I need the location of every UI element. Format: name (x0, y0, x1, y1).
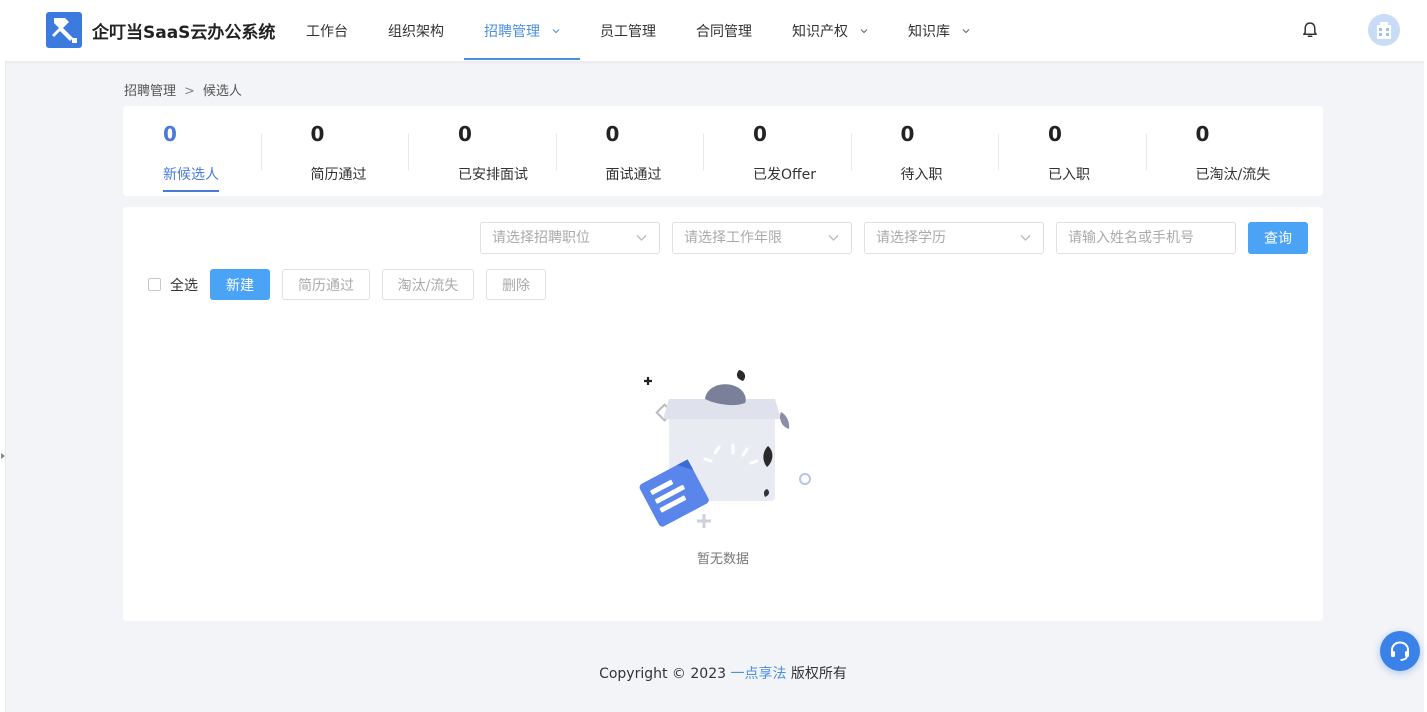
stat-value: 0 (1195, 122, 1210, 146)
chevron-down-icon (828, 235, 839, 241)
breadcrumb-separator: > (184, 84, 195, 99)
footer-company-link[interactable]: 一点享法 (730, 666, 786, 682)
empty-state-text: 暂无数据 (696, 552, 749, 567)
footer-copyright: Copyright © 2023 (599, 666, 727, 682)
main-nav: 工作台 组织架构 招聘管理 员工管理 合同管理 知识产权 知识库 (286, 0, 990, 61)
experience-select-placeholder: 请选择工作年限 (684, 230, 782, 246)
search-button[interactable]: 查询 (1248, 222, 1308, 254)
stat-label: 已淘汰/流失 (1195, 167, 1271, 183)
hammer-logo-icon[interactable] (46, 12, 82, 48)
education-select[interactable]: 请选择学历 (864, 222, 1044, 254)
stat-value: 0 (458, 122, 472, 146)
top-header: 企叮当SaaS云办公系统 工作台 组织架构 招聘管理 员工管理 合同管理 知识产权 知识库 (0, 0, 1427, 61)
customer-support-button[interactable] (1380, 631, 1420, 671)
nav-item-4[interactable]: 合同管理 (676, 0, 772, 61)
position-select-placeholder: 请选择招聘职位 (492, 230, 590, 246)
candidate-stats-bar: 0 新候选人 0 简历通过 0 已安排面试 0 面试通过 0 已发Offer 0 待入职 0 已入职 0 已淘… (123, 106, 1323, 196)
bell-icon[interactable] (1300, 20, 1320, 40)
experience-select[interactable]: 请选择工作年限 (672, 222, 852, 254)
brand-title: 企叮当SaaS云办公系统 (92, 23, 276, 43)
stat-divider (260, 134, 262, 170)
active-stat-underline (163, 190, 219, 192)
nav-item-label: 员工管理 (600, 23, 656, 40)
education-select-placeholder: 请选择学历 (876, 230, 946, 246)
nav-item-6[interactable]: 知识库 (888, 0, 990, 61)
breadcrumb-parent[interactable]: 招聘管理 (124, 84, 176, 99)
chevron-down-icon (636, 235, 647, 241)
nav-item-3[interactable]: 员工管理 (580, 0, 676, 61)
sidebar-collapse-strip[interactable] (0, 61, 6, 712)
nav-item-label: 知识库 (908, 23, 950, 40)
nav-item-label: 知识产权 (792, 23, 848, 40)
breadcrumb-current: 候选人 (202, 84, 242, 99)
footer: Copyright © 2023 一点享法 版权所有 (0, 663, 1427, 683)
delete-button[interactable]: 删除 (486, 269, 546, 300)
eliminate-button[interactable]: 淘汰/流失 (382, 269, 474, 300)
stat-divider (408, 134, 409, 170)
nav-item-label: 合同管理 (696, 23, 752, 40)
stat-value: 0 (1048, 122, 1062, 146)
stat-divider (1145, 134, 1147, 170)
stat-value: 0 (753, 122, 767, 146)
stat-label: 新候选人 (163, 167, 219, 183)
chevron-down-icon (1020, 235, 1031, 241)
empty-box-illustration (639, 370, 811, 528)
search-input[interactable] (1056, 222, 1236, 254)
stat-value: 0 (900, 122, 915, 146)
expand-arrow-icon (1, 453, 5, 459)
stat-divider (555, 134, 557, 170)
building-icon (1368, 14, 1400, 46)
candidate-list-panel: 请选择招聘职位 请选择工作年限 请选择学历 查询 全选 新建 简历通过 淘汰/流… (123, 207, 1323, 621)
nav-item-label: 工作台 (306, 23, 348, 40)
chevron-down-icon (962, 28, 970, 33)
nav-item-label: 组织架构 (388, 23, 444, 40)
stat-label: 待入职 (900, 167, 943, 183)
nav-item-2[interactable]: 招聘管理 (464, 0, 580, 61)
stat-label: 已发Offer (753, 167, 817, 183)
stat-value: 0 (163, 122, 177, 146)
stat-divider (703, 134, 704, 170)
user-avatar[interactable] (1368, 14, 1400, 46)
stat-label: 已入职 (1048, 167, 1090, 183)
select-all-label[interactable]: 全选 (170, 275, 198, 295)
headset-icon (1391, 641, 1409, 661)
chevron-down-icon (552, 28, 560, 33)
stat-value: 0 (310, 122, 325, 146)
new-candidate-button[interactable]: 新建 (210, 269, 270, 300)
select-all-checkbox[interactable] (148, 278, 161, 291)
resume-pass-button[interactable]: 简历通过 (282, 269, 370, 300)
stat-value: 0 (605, 122, 620, 146)
stat-label: 面试通过 (605, 167, 662, 183)
stat-divider (998, 134, 999, 170)
position-select[interactable]: 请选择招聘职位 (480, 222, 660, 254)
nav-item-0[interactable]: 工作台 (286, 0, 368, 61)
footer-rights: 版权所有 (790, 666, 847, 682)
nav-item-5[interactable]: 知识产权 (772, 0, 888, 61)
breadcrumb: 招聘管理 > 候选人 (124, 80, 242, 99)
nav-item-label: 招聘管理 (484, 23, 540, 40)
nav-item-1[interactable]: 组织架构 (368, 0, 464, 61)
chevron-down-icon (860, 28, 868, 33)
stat-divider (850, 134, 852, 170)
stat-label: 简历通过 (310, 167, 367, 183)
stat-label: 已安排面试 (458, 167, 528, 183)
